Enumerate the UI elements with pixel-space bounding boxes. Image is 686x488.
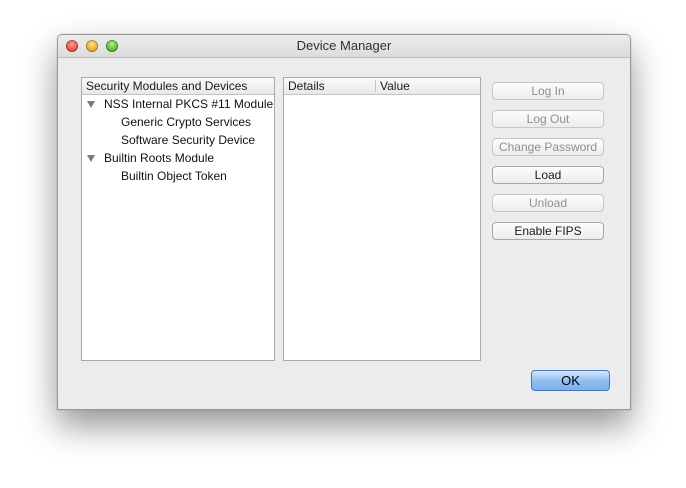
tree-column-header[interactable]: Security Modules and Devices: [82, 78, 274, 95]
tree-item-builtin-roots[interactable]: Builtin Roots Module: [82, 149, 274, 167]
tree-item-label: Generic Crypto Services: [121, 115, 252, 129]
disclosure-triangle-icon[interactable]: [87, 101, 95, 108]
tree-item-label: Builtin Object Token: [121, 169, 227, 183]
window-title: Device Manager: [296, 38, 392, 53]
tree-item-label: Software Security Device: [121, 133, 256, 147]
security-modules-tree[interactable]: Security Modules and Devices NSS Interna…: [81, 77, 275, 361]
tree-item-software-security[interactable]: Software Security Device: [82, 131, 274, 149]
tree-item-generic-crypto[interactable]: Generic Crypto Services: [82, 113, 274, 131]
log-out-button[interactable]: Log Out: [492, 110, 604, 128]
tree-item-label: Builtin Roots Module: [104, 151, 215, 165]
disclosure-triangle-icon[interactable]: [87, 155, 95, 162]
tree-item-builtin-token[interactable]: Builtin Object Token: [82, 167, 274, 185]
details-column-header[interactable]: Details Value: [284, 78, 480, 95]
log-in-button[interactable]: Log In: [492, 82, 604, 100]
load-button[interactable]: Load: [492, 166, 604, 184]
device-manager-window: Device Manager Security Modules and Devi…: [57, 34, 631, 410]
details-header-label[interactable]: Details: [288, 79, 325, 93]
tree-item-nss-internal[interactable]: NSS Internal PKCS #11 Module: [82, 95, 274, 113]
unload-button[interactable]: Unload: [492, 194, 604, 212]
ok-button[interactable]: OK: [531, 370, 610, 391]
tree-item-label: NSS Internal PKCS #11 Module: [104, 97, 274, 111]
details-table[interactable]: Details Value: [283, 77, 481, 361]
title-bar[interactable]: Device Manager: [58, 35, 630, 58]
value-header-label[interactable]: Value: [380, 79, 410, 93]
enable-fips-button[interactable]: Enable FIPS: [492, 222, 604, 240]
column-divider[interactable]: [375, 80, 376, 92]
change-password-button[interactable]: Change Password: [492, 138, 604, 156]
tree-header-label: Security Modules and Devices: [86, 79, 248, 93]
